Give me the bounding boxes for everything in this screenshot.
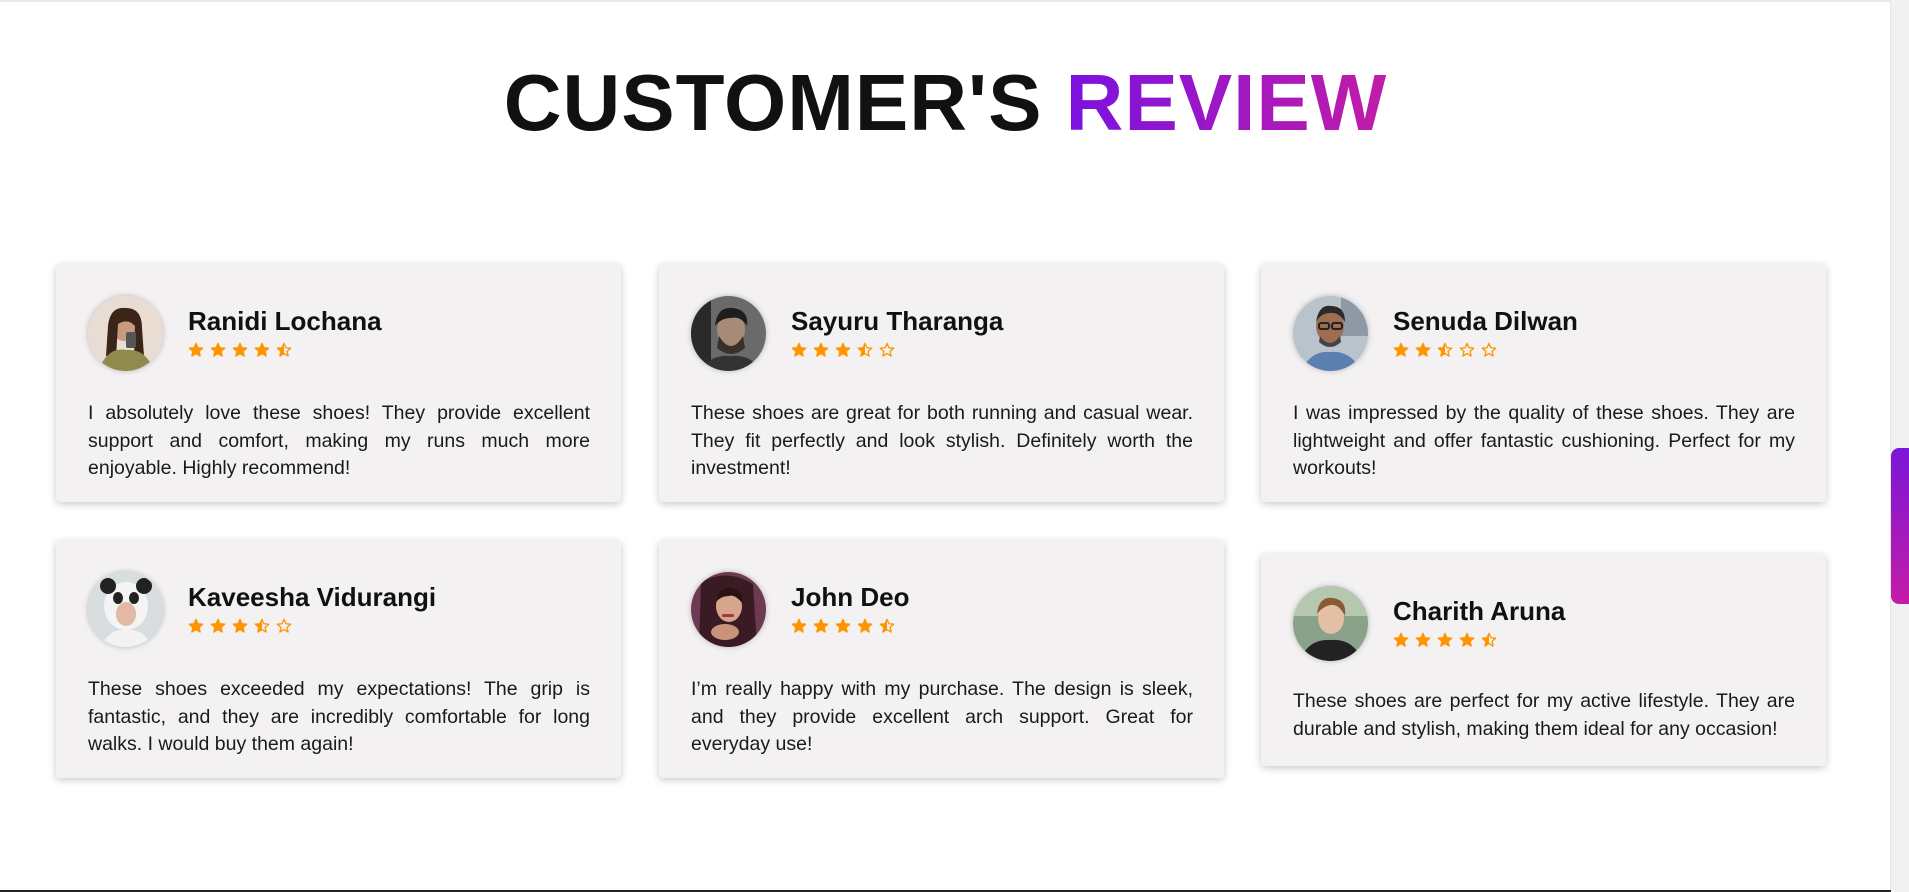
star-icon — [188, 342, 204, 357]
avatar — [691, 571, 766, 647]
panda-hood-girl-photo — [88, 571, 163, 647]
star-icon — [791, 342, 807, 357]
star-rating — [188, 342, 382, 360]
review-text: These shoes exceeded my expectations! Th… — [88, 678, 590, 755]
star-icon — [210, 618, 226, 633]
star-icon — [835, 618, 851, 633]
woman-with-phone-photo — [88, 295, 163, 371]
empty-star-icon — [1481, 342, 1497, 357]
star-rating — [791, 342, 1003, 360]
star-icon — [1459, 632, 1475, 647]
half-star-icon — [254, 618, 270, 633]
star-icon — [232, 618, 248, 633]
half-star-icon — [1481, 632, 1497, 647]
review-card: Kaveesha Vidurangi These shoes exceeded … — [56, 540, 621, 778]
scrollbar-thumb[interactable] — [1891, 448, 1909, 604]
reviewer-name: Ranidi Lochana — [188, 306, 382, 336]
star-rating — [791, 618, 909, 636]
half-star-icon — [879, 618, 895, 633]
star-rating — [188, 618, 436, 636]
star-icon — [188, 618, 204, 633]
review-text: I’m really happy with my purchase. The d… — [691, 678, 1193, 755]
avatar — [691, 295, 766, 371]
star-icon — [1415, 342, 1431, 357]
star-icon — [232, 342, 248, 357]
avatar — [1293, 295, 1368, 371]
review-card: Ranidi Lochana I absolutely love these s… — [56, 264, 621, 502]
half-star-icon — [276, 342, 292, 357]
star-icon — [835, 342, 851, 357]
reviewer-name: Senuda Dilwan — [1393, 306, 1578, 336]
page-title: CUSTOMER'S REVIEW — [0, 58, 1891, 148]
star-icon — [813, 342, 829, 357]
title-part-customers: CUSTOMER'S — [503, 58, 1043, 147]
star-rating — [1393, 342, 1578, 360]
title-part-review: REVIEW — [1065, 58, 1388, 147]
reviewer-name: Kaveesha Vidurangi — [188, 582, 437, 612]
empty-star-icon — [879, 342, 895, 357]
review-text: These shoes are great for both running a… — [691, 402, 1193, 479]
star-icon — [857, 618, 873, 633]
star-icon — [1393, 342, 1409, 357]
star-icon — [254, 342, 270, 357]
half-star-icon — [1437, 342, 1453, 357]
star-icon — [1437, 632, 1453, 647]
avatar — [1293, 585, 1368, 661]
review-card: Sayuru Tharanga These shoes are great fo… — [659, 264, 1224, 502]
reviewer-name: Charith Aruna — [1393, 596, 1566, 626]
avatar — [88, 295, 163, 371]
empty-star-icon — [1459, 342, 1475, 357]
woman-portrait-photo — [691, 571, 766, 647]
empty-star-icon — [276, 618, 292, 633]
star-icon — [813, 618, 829, 633]
review-text: I was impressed by the quality of these … — [1293, 402, 1795, 479]
star-icon — [791, 618, 807, 633]
avatar — [88, 571, 163, 647]
review-card: Charith Aruna These shoes are perfect fo… — [1261, 554, 1826, 766]
star-icon — [1415, 632, 1431, 647]
smiling-man-glasses-photo — [1293, 295, 1368, 371]
page-scrollbar[interactable] — [1890, 0, 1909, 892]
review-text: These shoes are perfect for my active li… — [1293, 690, 1795, 740]
star-icon — [210, 342, 226, 357]
star-icon — [1393, 632, 1409, 647]
star-rating — [1393, 632, 1565, 650]
review-card: Senuda Dilwan I was impressed by the qua… — [1261, 264, 1826, 502]
young-man-photo — [1293, 585, 1368, 661]
reviewer-name: Sayuru Tharanga — [791, 306, 1004, 336]
review-card: John Deo I’m really happy with my purcha… — [659, 540, 1224, 778]
review-text: I absolutely love these shoes! They prov… — [88, 402, 590, 479]
reviewer-name: John Deo — [791, 582, 910, 612]
half-star-icon — [857, 342, 873, 357]
top-divider — [0, 0, 1891, 2]
bearded-man-photo — [691, 295, 766, 371]
